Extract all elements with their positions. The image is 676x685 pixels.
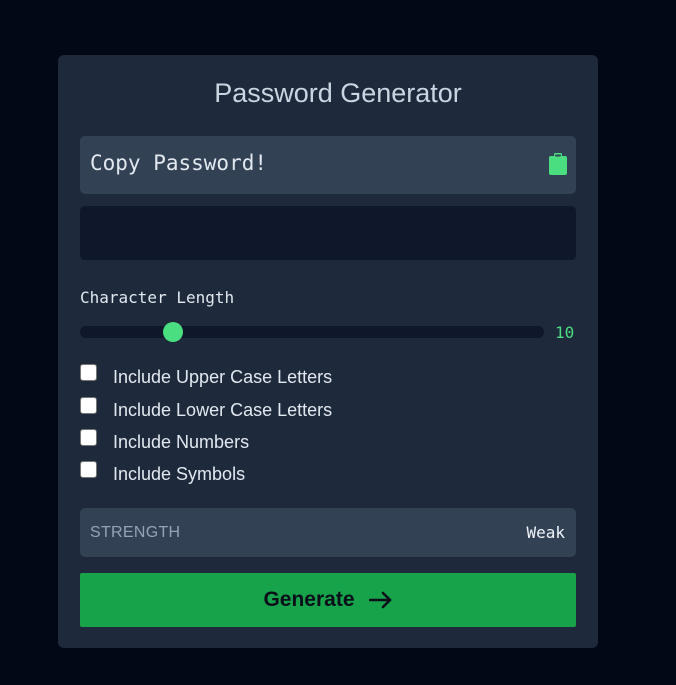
copy-password-box[interactable]: Copy Password! (80, 136, 576, 194)
uppercase-label[interactable]: Include Upper Case Letters (113, 367, 332, 388)
page-title: Password Generator (214, 78, 462, 108)
clipboard-icon[interactable] (549, 153, 567, 175)
generate-label: Generate (263, 588, 355, 611)
numbers-checkbox[interactable] (80, 429, 97, 446)
lowercase-label[interactable]: Include Lower Case Letters (113, 400, 332, 421)
strength-value: Weak (526, 523, 565, 542)
password-generator-card: Copy Password! Character Length 10 Inclu… (58, 55, 598, 648)
lowercase-checkbox[interactable] (80, 397, 97, 414)
generate-button-content: Generate (80, 573, 576, 627)
numbers-label[interactable]: Include Numbers (113, 432, 249, 453)
generate-button[interactable]: Generate (80, 573, 576, 627)
arrow-right-icon (368, 591, 391, 609)
password-output[interactable] (80, 206, 576, 260)
strength-indicator: STRENGTH Weak (80, 508, 576, 557)
length-value: 10 (555, 323, 575, 342)
character-length-label: Character Length (80, 288, 235, 307)
symbols-checkbox[interactable] (80, 461, 97, 478)
copy-password-text: Copy Password! (90, 151, 268, 175)
length-slider[interactable] (80, 322, 544, 342)
length-slider-thumb[interactable] (163, 322, 183, 342)
uppercase-checkbox[interactable] (80, 364, 97, 381)
symbols-label[interactable]: Include Symbols (113, 464, 245, 485)
strength-label: STRENGTH (90, 524, 181, 541)
